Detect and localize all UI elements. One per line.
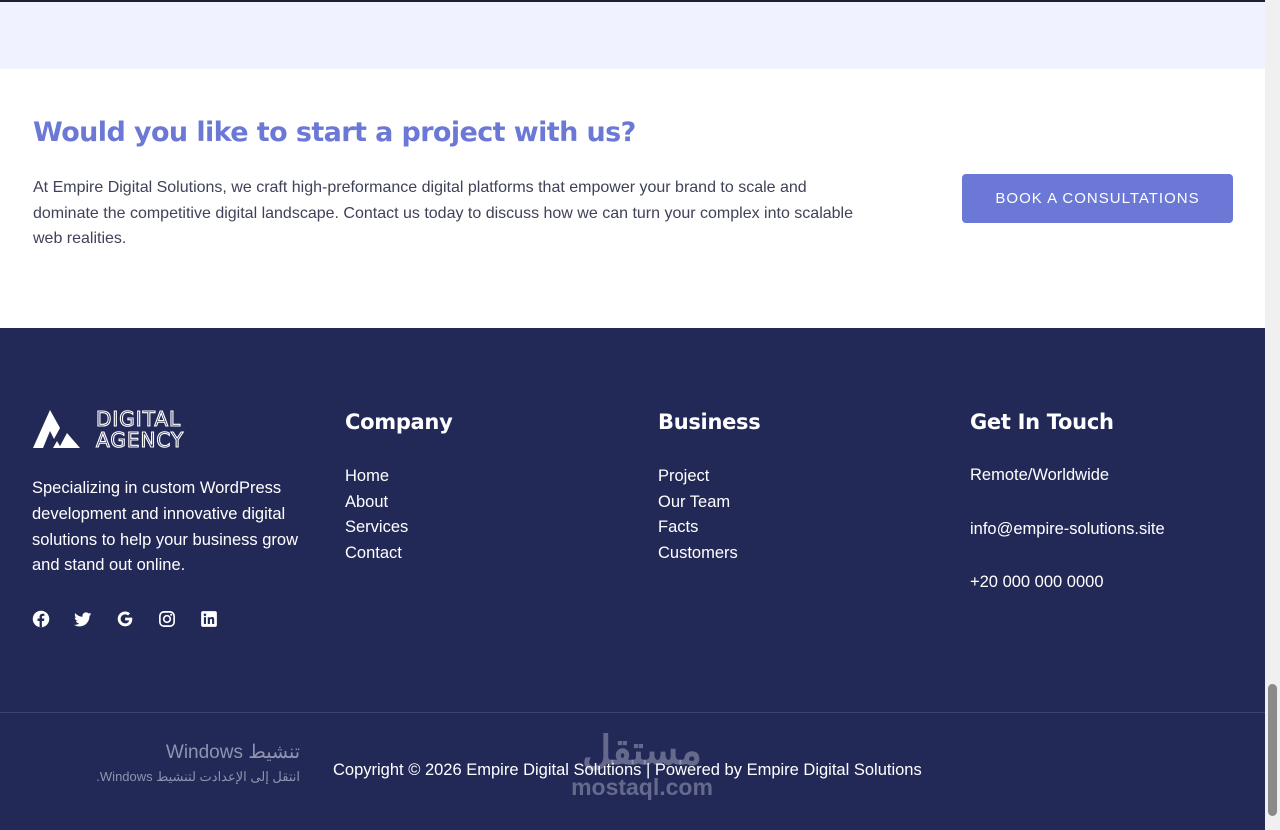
logo-mark-icon	[33, 410, 80, 448]
contact-email[interactable]: info@empire-solutions.site	[970, 520, 1165, 539]
book-consultation-button[interactable]: BOOK A CONSULTATIONS	[962, 174, 1233, 223]
business-heading: Business	[658, 410, 761, 434]
footer-link-project[interactable]: Project	[658, 464, 738, 490]
cta-title: Would you like to start a project with u…	[33, 117, 636, 148]
social-links	[32, 610, 218, 628]
cta-description: At Empire Digital Solutions, we craft hi…	[33, 179, 853, 248]
footer-link-customers[interactable]: Customers	[658, 541, 738, 567]
business-links: Project Our Team Facts Customers	[658, 464, 738, 566]
footer-link-home[interactable]: Home	[345, 464, 408, 490]
facebook-icon[interactable]	[32, 610, 50, 628]
footer-link-contact[interactable]: Contact	[345, 541, 408, 567]
cta-section: Would you like to start a project with u…	[0, 69, 1265, 328]
instagram-icon[interactable]	[158, 610, 176, 628]
logo-text-line2: AGENCY	[96, 428, 184, 450]
activation-subtitle: انتقل إلى الإعدادت لتنشيط Windows.	[96, 769, 300, 784]
page-content: Would you like to start a project with u…	[0, 0, 1265, 830]
site-footer: DIGITAL AGENCY Specializing in custom Wo…	[0, 328, 1265, 830]
section-band	[0, 2, 1265, 69]
activation-title: تنشيط Windows	[165, 742, 300, 763]
company-links: Home About Services Contact	[345, 464, 408, 566]
footer-link-services[interactable]: Services	[345, 515, 408, 541]
scrollbar-thumb[interactable]	[1268, 684, 1277, 816]
page: Would you like to start a project with u…	[0, 0, 1280, 830]
footer-about-text: Specializing in custom WordPress develop…	[32, 479, 298, 575]
contact-location: Remote/Worldwide	[970, 466, 1110, 484]
contact-phone[interactable]: +20 000 000 0000	[970, 573, 1104, 592]
get-in-touch-heading: Get In Touch	[970, 410, 1114, 434]
company-heading: Company	[345, 410, 453, 434]
twitter-icon[interactable]	[74, 610, 92, 628]
page-scrollbar[interactable]	[1265, 0, 1280, 830]
google-icon[interactable]	[116, 610, 134, 628]
footer-link-our-team[interactable]: Our Team	[658, 490, 738, 516]
footer-link-facts[interactable]: Facts	[658, 515, 738, 541]
windows-activation-notice: تنشيط Windows انتقل إلى الإعدادت لتنشيط …	[96, 741, 300, 787]
copyright-text: Copyright © 2026 Empire Digital Solution…	[333, 761, 922, 779]
logo[interactable]: DIGITAL AGENCY	[33, 408, 203, 450]
linkedin-icon[interactable]	[200, 610, 218, 628]
footer-divider	[0, 712, 1265, 713]
footer-link-about[interactable]: About	[345, 490, 408, 516]
